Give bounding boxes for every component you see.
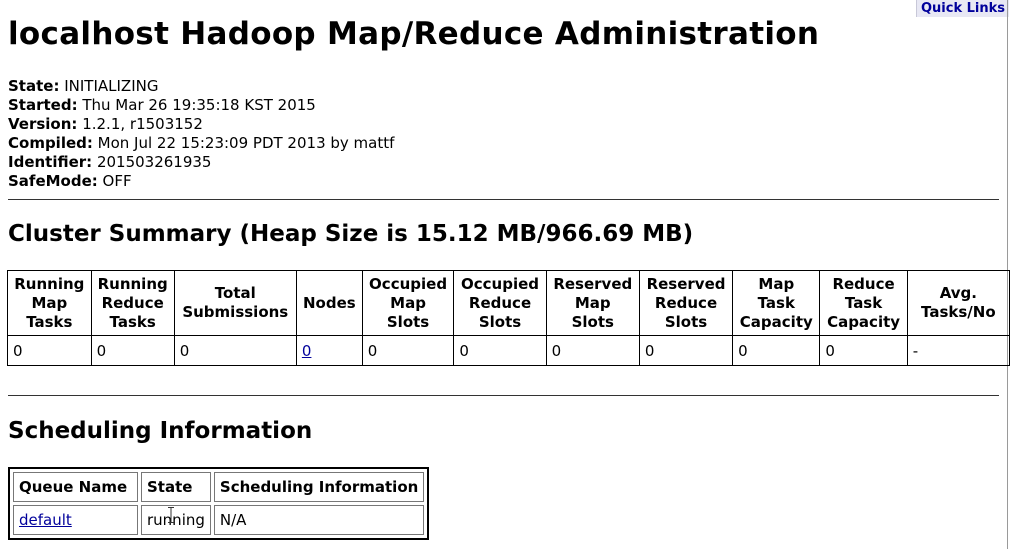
table-row: default running N/A — [13, 505, 425, 535]
cell-queue-name: default — [13, 505, 138, 535]
header-queue-name: Queue Name — [13, 472, 138, 502]
info-label: Version: — [8, 115, 78, 133]
info-label: SafeMode: — [8, 172, 98, 190]
scheduling-info-table: Queue Name State Scheduling Information … — [8, 467, 430, 540]
cluster-summary-header-row: Running Map Tasks Running Reduce Tasks Total… — [7, 270, 1010, 336]
header-total-submissions: Total Submissions — [173, 270, 297, 336]
cell-running-reduce-tasks: 0 — [90, 335, 175, 366]
cell-avg-tasks-node: - — [906, 335, 1010, 366]
info-identifier: Identifier: 201503261935 — [8, 153, 394, 172]
info-safemode: SafeMode: OFF — [8, 172, 394, 191]
cell-map-task-capacity: 0 — [732, 335, 821, 366]
info-state: State: INITIALIZING — [8, 77, 394, 96]
divider — [8, 199, 999, 200]
header-reserved-map-slots: Reserved Map Slots — [545, 270, 640, 336]
header-running-reduce-tasks: Running Reduce Tasks — [90, 270, 175, 336]
cluster-summary-heading: Cluster Summary (Heap Size is 15.12 MB/9… — [8, 221, 694, 247]
info-label: Compiled: — [8, 134, 93, 152]
scheduling-header-row: Queue Name State Scheduling Information — [13, 472, 425, 502]
cell-reserved-map-slots: 0 — [545, 335, 640, 366]
info-value: Mon Jul 22 15:23:09 PDT 2013 by mattf — [97, 134, 395, 152]
cell-running-map-tasks: 0 — [7, 335, 92, 366]
text-cursor-icon — [168, 507, 174, 523]
info-value: INITIALIZING — [64, 77, 159, 95]
cluster-summary-row: 0 0 0 0 0 0 0 0 0 0 - — [7, 335, 1010, 366]
quick-links-menu[interactable]: Quick Links — [916, 0, 1009, 17]
cell-nodes: 0 — [295, 335, 363, 366]
header-running-map-tasks: Running Map Tasks — [7, 270, 92, 336]
jobtracker-info: State: INITIALIZING Started: Thu Mar 26 … — [8, 77, 394, 191]
cluster-summary-table: Running Map Tasks Running Reduce Tasks Total… — [7, 270, 1010, 366]
header-avg-tasks-node: Avg. Tasks/No — [906, 270, 1010, 336]
cell-total-submissions: 0 — [173, 335, 297, 366]
info-value: OFF — [102, 172, 132, 190]
header-nodes: Nodes — [295, 270, 363, 336]
cell-queue-scheduling-info: N/A — [213, 505, 425, 535]
header-reduce-task-capacity: Reduce Task Capacity — [819, 270, 908, 336]
header-occupied-reduce-slots: Occupied Reduce Slots — [453, 270, 547, 336]
header-scheduling-information: Scheduling Information — [213, 472, 425, 502]
nodes-link[interactable]: 0 — [302, 342, 312, 360]
header-state: State — [141, 472, 211, 502]
info-label: State: — [8, 77, 60, 95]
info-value: 1.2.1, r1503152 — [82, 115, 203, 133]
cell-occupied-reduce-slots: 0 — [453, 335, 547, 366]
cell-reserved-reduce-slots: 0 — [638, 335, 734, 366]
page: Quick Links localhost Hadoop Map/Reduce … — [0, 0, 1010, 549]
info-started: Started: Thu Mar 26 19:35:18 KST 2015 — [8, 96, 394, 115]
info-label: Identifier: — [8, 153, 93, 171]
page-title: localhost Hadoop Map/Reduce Administrati… — [8, 16, 820, 52]
info-label: Started: — [8, 96, 78, 114]
info-value: 201503261935 — [96, 153, 212, 171]
cell-occupied-map-slots: 0 — [361, 335, 455, 366]
header-occupied-map-slots: Occupied Map Slots — [361, 270, 455, 336]
scheduling-info-heading: Scheduling Information — [8, 418, 313, 444]
info-compiled: Compiled: Mon Jul 22 15:23:09 PDT 2013 b… — [8, 134, 394, 153]
header-map-task-capacity: Map Task Capacity — [732, 270, 821, 336]
info-version: Version: 1.2.1, r1503152 — [8, 115, 394, 134]
queue-default-link[interactable]: default — [19, 511, 72, 529]
cell-reduce-task-capacity: 0 — [819, 335, 908, 366]
divider — [8, 395, 999, 396]
info-value: Thu Mar 26 19:35:18 KST 2015 — [82, 96, 316, 114]
header-reserved-reduce-slots: Reserved Reduce Slots — [638, 270, 734, 336]
cell-queue-state: running — [141, 505, 211, 535]
